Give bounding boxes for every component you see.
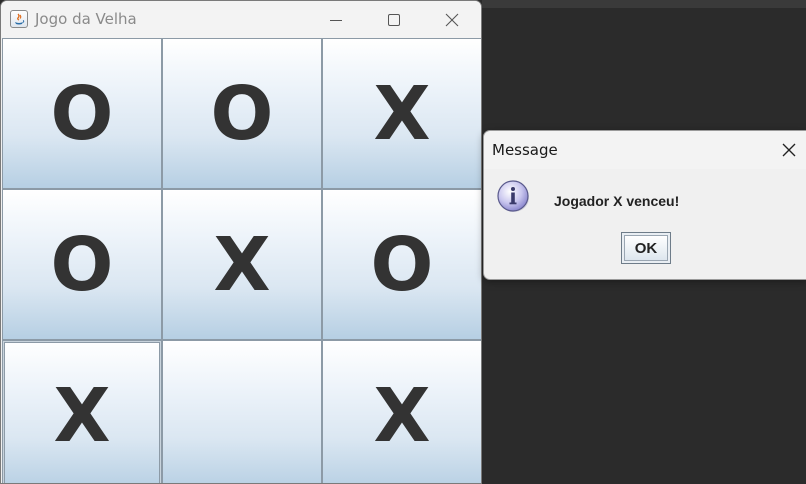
- message-dialog: Message Jogador X venceu! OK: [483, 130, 806, 280]
- ok-button-label: OK: [624, 235, 668, 261]
- java-app-icon: [10, 10, 28, 28]
- dialog-title: Message: [492, 141, 558, 159]
- cell-0-0[interactable]: O: [2, 38, 162, 189]
- cell-1-0[interactable]: O: [2, 189, 162, 340]
- cell-0-1[interactable]: O: [162, 38, 322, 189]
- cell-2-1[interactable]: [162, 340, 322, 483]
- ok-button[interactable]: OK: [621, 232, 671, 264]
- close-icon: [445, 13, 459, 26]
- dialog-message: Jogador X venceu!: [554, 193, 680, 209]
- info-icon: [497, 180, 529, 212]
- close-icon: [782, 143, 796, 157]
- maximize-button[interactable]: [365, 1, 423, 38]
- window-title: Jogo da Velha: [35, 10, 137, 28]
- game-window: Jogo da Velha O O X O X O X X: [0, 0, 482, 484]
- minimize-icon: [330, 19, 342, 21]
- minimize-button[interactable]: [307, 1, 365, 38]
- cell-2-0[interactable]: X: [2, 340, 162, 483]
- desktop-background: [482, 0, 806, 8]
- game-board: O O X O X O X X: [2, 38, 481, 483]
- cell-1-2[interactable]: O: [322, 189, 481, 340]
- maximize-icon: [388, 13, 400, 26]
- cell-1-1[interactable]: X: [162, 189, 322, 340]
- cell-2-2[interactable]: X: [322, 340, 481, 483]
- close-button[interactable]: [423, 1, 481, 38]
- dialog-titlebar[interactable]: Message: [484, 131, 806, 169]
- dialog-close-button[interactable]: [778, 139, 800, 161]
- cell-0-2[interactable]: X: [322, 38, 481, 189]
- window-titlebar[interactable]: Jogo da Velha: [1, 1, 481, 38]
